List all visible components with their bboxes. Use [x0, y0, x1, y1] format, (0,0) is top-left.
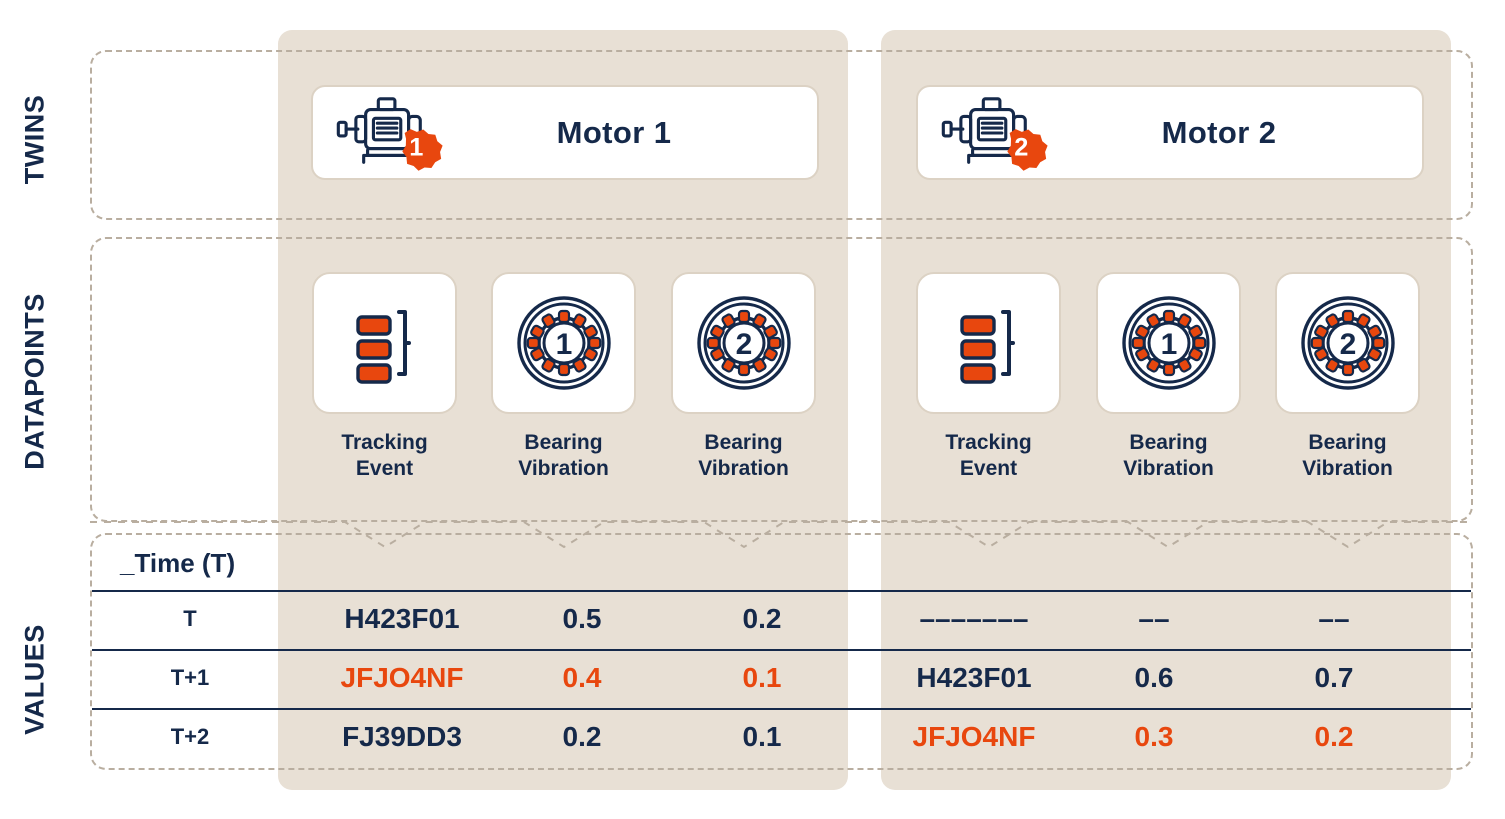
motor-badge-number: 1 [409, 133, 423, 161]
datapoint-label: Bearing Vibration [1123, 431, 1214, 480]
cell-motor-2-bearing-1: 0.3 [1134, 720, 1174, 752]
datapoint-label: Bearing Vibration [698, 431, 789, 480]
bearing-icon: 2 [696, 296, 791, 390]
bearing-number: 1 [1160, 328, 1177, 361]
twin-card-motor-2[interactable]: 2 Motor 2 [916, 85, 1424, 180]
datapoint-tile: 2 [671, 272, 816, 414]
datapoint-motor-1-bearing-1[interactable]: 1 Bearing Vibration [491, 272, 636, 481]
cell-motor-1-tracking-event: H423F01 [344, 602, 460, 634]
tracking-event-icon [959, 310, 1015, 384]
datapoint-label: Tracking Event [341, 431, 428, 480]
tracking-event-icon [355, 310, 411, 384]
datapoint-tile [916, 272, 1061, 414]
cell-motor-1-tracking-event: JFJO4NF [340, 661, 464, 693]
motor-badge-number: 2 [1014, 133, 1028, 161]
datapoint-motor-2-tracking-event[interactable]: Tracking Event [916, 272, 1061, 481]
motor-card-title: Motor 2 [1161, 114, 1277, 150]
datapoint-tile [312, 272, 457, 414]
datapoint-motor-1-tracking-event[interactable]: Tracking Event [312, 272, 457, 481]
datapoint-label: Bearing Vibration [1302, 431, 1393, 480]
cell-motor-1-tracking-event: FJ39DD3 [342, 720, 462, 752]
datapoint-tile: 1 [1096, 272, 1241, 414]
datapoint-label: Tracking Event [945, 431, 1032, 480]
section-label-datapoints: DATAPOINTS [19, 293, 50, 470]
section-label-twins: TWINS [19, 94, 50, 185]
datapoint-motor-2-bearing-2[interactable]: 2 Bearing Vibration [1275, 272, 1420, 481]
bearing-icon: 1 [1121, 296, 1216, 390]
table-row: T H423F01 0.5 0.2 ––––––– –– –– [92, 590, 1471, 647]
cell-motor-1-bearing-2: 0.1 [742, 661, 782, 693]
datapoint-tile: 2 [1275, 272, 1420, 414]
cell-motor-2-tracking-event: H423F01 [916, 661, 1032, 693]
row-time-label: T+2 [170, 723, 210, 749]
table-row: T+1 JFJO4NF 0.4 0.1 H423F01 0.6 0.7 [92, 649, 1471, 706]
cell-motor-2-bearing-2: 0.7 [1314, 661, 1354, 693]
cell-motor-1-bearing-2: 0.2 [742, 602, 782, 634]
row-time-label: T+1 [170, 664, 210, 690]
time-column-header: _Time (T) [120, 548, 236, 578]
twin-card-motor-1[interactable]: 1 Motor 1 [311, 85, 819, 180]
cell-motor-2-bearing-1: –– [1138, 602, 1170, 634]
bearing-number: 1 [555, 328, 572, 361]
cell-motor-2-bearing-2: 0.2 [1314, 720, 1354, 752]
table-header-row: _Time (T) [92, 537, 1471, 590]
cell-motor-2-bearing-1: 0.6 [1134, 661, 1174, 693]
cell-motor-2-tracking-event: ––––––– [919, 602, 1029, 634]
cell-motor-1-bearing-1: 0.2 [562, 720, 602, 752]
bearing-icon: 1 [516, 296, 611, 390]
bearing-number: 2 [1339, 328, 1356, 361]
cell-motor-2-tracking-event: JFJO4NF [912, 720, 1036, 752]
datapoint-tile: 1 [491, 272, 636, 414]
datapoint-motor-1-bearing-2[interactable]: 2 Bearing Vibration [671, 272, 816, 481]
row-time-label: T [183, 605, 197, 631]
section-label-values: VALUES [19, 624, 50, 735]
cell-motor-1-bearing-2: 0.1 [742, 720, 782, 752]
motor-card-title: Motor 1 [556, 114, 672, 150]
cell-motor-1-bearing-1: 0.4 [562, 661, 602, 693]
cell-motor-1-bearing-1: 0.5 [562, 602, 602, 634]
bearing-number: 2 [735, 328, 752, 361]
motor-icon: 1 [336, 96, 443, 171]
datapoint-motor-2-bearing-1[interactable]: 1 Bearing Vibration [1096, 272, 1241, 481]
cell-motor-2-bearing-2: –– [1318, 602, 1350, 634]
table-row: T+2 FJ39DD3 0.2 0.1 JFJO4NF 0.3 0.2 [92, 708, 1471, 765]
values-table: _Time (T) T H423F01 0.5 0.2 ––––––– –– –… [92, 535, 1471, 768]
motor-icon: 2 [941, 96, 1048, 171]
datapoint-label: Bearing Vibration [518, 431, 609, 480]
bearing-icon: 2 [1300, 296, 1395, 390]
diagram-canvas: TWINS DATAPOINTS VALUES 1 Motor 1 2 Moto… [0, 0, 1505, 819]
